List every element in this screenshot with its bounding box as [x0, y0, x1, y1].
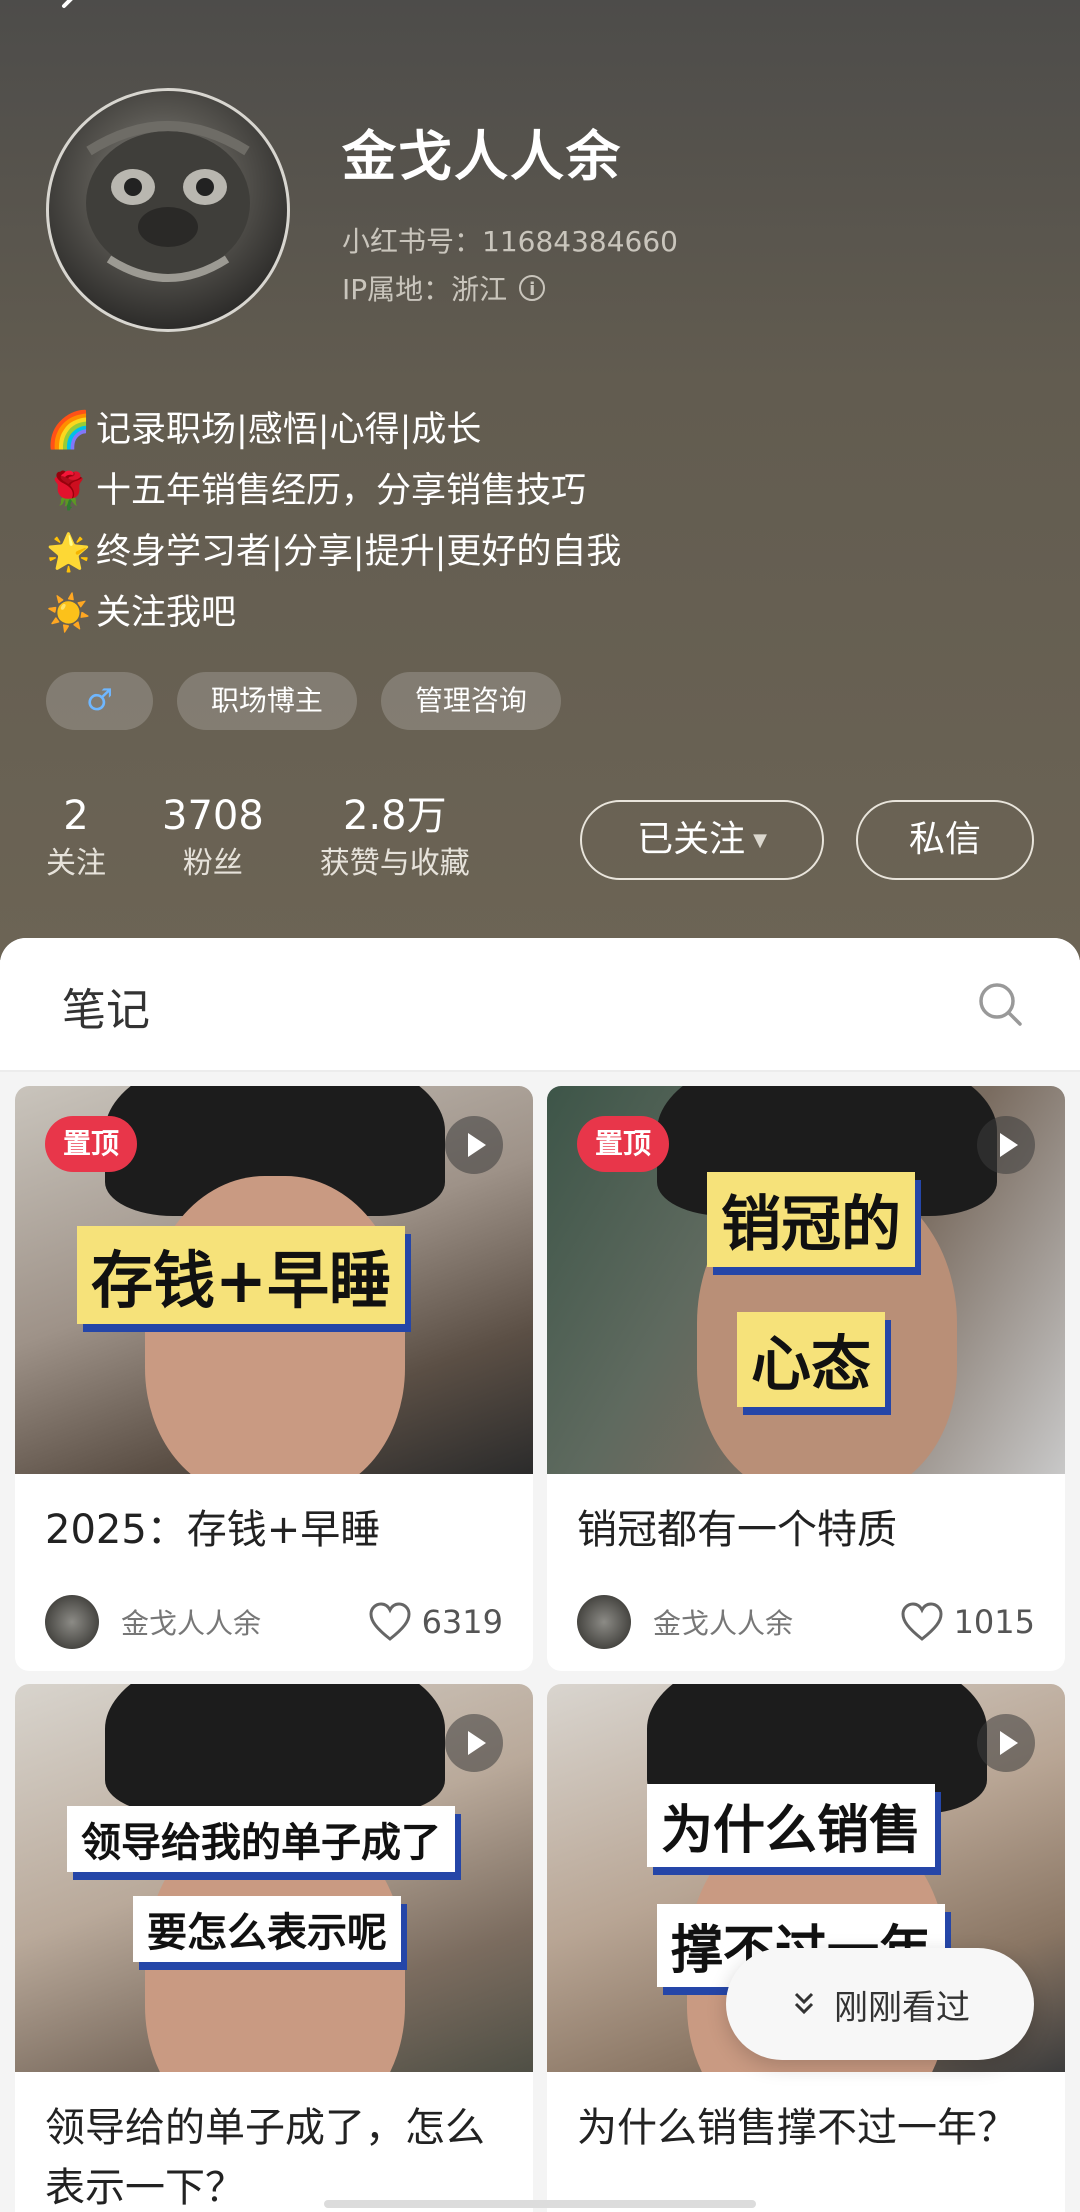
pinned-badge: 置顶 — [45, 1116, 138, 1172]
cover-hat — [105, 1684, 445, 1814]
note-footer: 金戈人人余 6319 — [45, 1592, 503, 1652]
following-button-label: 已关注 — [637, 819, 746, 860]
tab-notes[interactable]: 笔记 — [62, 974, 150, 1038]
recently-viewed-label: 刚刚看过 — [834, 1987, 970, 2028]
pinned-badge: 置顶 — [577, 1116, 670, 1172]
play-icon — [445, 1714, 503, 1772]
heart-icon[interactable] — [900, 1602, 944, 1642]
sun-icon: ☀️ — [46, 593, 91, 634]
note-title: 销冠都有一个特质 — [577, 1507, 897, 1553]
following-label: 关注 — [46, 846, 106, 881]
gender-tag: ♂ — [46, 672, 153, 730]
play-icon — [977, 1714, 1035, 1772]
cover-face — [145, 1176, 405, 1474]
author-avatar — [577, 1595, 631, 1649]
likes-collects-count: 2.8万 — [342, 793, 447, 839]
cover-caption: 销冠的 — [707, 1172, 915, 1267]
like-count: 6319 — [421, 1603, 503, 1641]
cover-caption: 心态 — [737, 1312, 885, 1407]
notes-header: 笔记 — [0, 938, 1080, 1072]
note-title: 2025：存钱+早睡 — [45, 1507, 381, 1553]
info-icon[interactable]: i — [519, 275, 546, 301]
rose-icon: 🌹 — [46, 471, 91, 512]
tag-workplace-blogger[interactable]: 职场博主 — [176, 672, 357, 730]
like-count: 1015 — [953, 1603, 1035, 1641]
bio-text: 关注我吧 — [96, 593, 237, 633]
bio-line: 🌟 终身学习者|分享|提升|更好的自我 — [46, 522, 621, 583]
profile-nickname: 金戈人人余 — [342, 125, 622, 188]
cover-caption: 为什么销售 — [647, 1784, 936, 1867]
followers-label: 粉丝 — [182, 846, 243, 881]
following-count: 2 — [63, 793, 89, 839]
note-title: 领导给的单子成了，怎么表示一下？ — [45, 2105, 485, 2211]
message-button[interactable]: 私信 — [856, 800, 1034, 880]
stat-following[interactable]: 2 关注 — [46, 790, 106, 886]
bio-text: 终身学习者|分享|提升|更好的自我 — [96, 532, 622, 572]
following-button[interactable]: 已关注 ▼ — [580, 800, 824, 880]
recently-viewed-button[interactable]: 刚刚看过 — [726, 1948, 1034, 2060]
stat-likes-collects[interactable]: 2.8万 获赞与收藏 — [320, 790, 470, 886]
heart-icon[interactable] — [368, 1602, 412, 1642]
note-card[interactable]: 领导给我的单子成了 要怎么表示呢 领导给的单子成了，怎么表示一下？ — [15, 1684, 533, 2212]
cover-caption: 要怎么表示呢 — [133, 1896, 401, 1962]
bio-text: 十五年销售经历，分享销售技巧 — [96, 471, 587, 511]
profile-header: 金戈人人余 小红书号：11684384660 IP属地：浙江 i 🌈 记录职场|… — [0, 0, 1080, 960]
ip-location: IP属地：浙江 i — [342, 268, 546, 308]
search-icon[interactable] — [976, 980, 1024, 1028]
cover-caption: 存钱+早睡 — [77, 1226, 405, 1324]
rainbow-icon: 🌈 — [46, 410, 91, 451]
profile-tags: ♂ 职场博主 管理咨询 — [46, 672, 561, 730]
caret-down-icon: ▼ — [753, 830, 767, 851]
star-icon: 🌟 — [46, 532, 91, 573]
note-cover: 存钱+早睡 置顶 — [15, 1086, 533, 1474]
bio-text: 记录职场|感悟|心得|成长 — [96, 410, 482, 450]
note-cover: 销冠的 心态 置顶 — [547, 1086, 1065, 1474]
bio-line: ☀️ 关注我吧 — [46, 583, 621, 644]
followers-count: 3708 — [162, 793, 264, 839]
note-card[interactable]: 销冠的 心态 置顶 销冠都有一个特质 金戈人人余 1015 — [547, 1086, 1065, 1671]
ip-location-text: IP属地：浙江 — [342, 273, 508, 306]
profile-bio: 🌈 记录职场|感悟|心得|成长 🌹 十五年销售经历，分享销售技巧 🌟 终身学习者… — [46, 400, 621, 644]
bio-line: 🌈 记录职场|感悟|心得|成长 — [46, 400, 621, 461]
author-avatar — [45, 1595, 99, 1649]
author-name: 金戈人人余 — [653, 1607, 794, 1640]
back-arrow-icon[interactable] — [52, 0, 92, 26]
profile-avatar[interactable] — [46, 88, 290, 332]
tag-management-consulting[interactable]: 管理咨询 — [380, 672, 561, 730]
red-id: 小红书号：11684384660 — [342, 225, 678, 258]
play-icon — [977, 1116, 1035, 1174]
profile-stats: 2 关注 3708 粉丝 2.8万 获赞与收藏 — [46, 790, 526, 886]
likes-collects-label: 获赞与收藏 — [319, 846, 470, 881]
note-card[interactable]: 存钱+早睡 置顶 2025：存钱+早睡 金戈人人余 6319 — [15, 1086, 533, 1671]
note-footer: 金戈人人余 1015 — [577, 1592, 1035, 1652]
cover-caption: 领导给我的单子成了 — [67, 1806, 455, 1872]
bio-line: 🌹 十五年销售经历，分享销售技巧 — [46, 461, 621, 522]
note-title: 为什么销售撑不过一年？ — [577, 2105, 1017, 2151]
play-icon — [445, 1116, 503, 1174]
note-cover: 领导给我的单子成了 要怎么表示呢 — [15, 1684, 533, 2072]
home-indicator[interactable] — [324, 2200, 756, 2208]
author-name: 金戈人人余 — [121, 1607, 262, 1640]
double-chevron-down-icon — [794, 1992, 814, 2015]
stat-followers[interactable]: 3708 粉丝 — [162, 790, 264, 886]
